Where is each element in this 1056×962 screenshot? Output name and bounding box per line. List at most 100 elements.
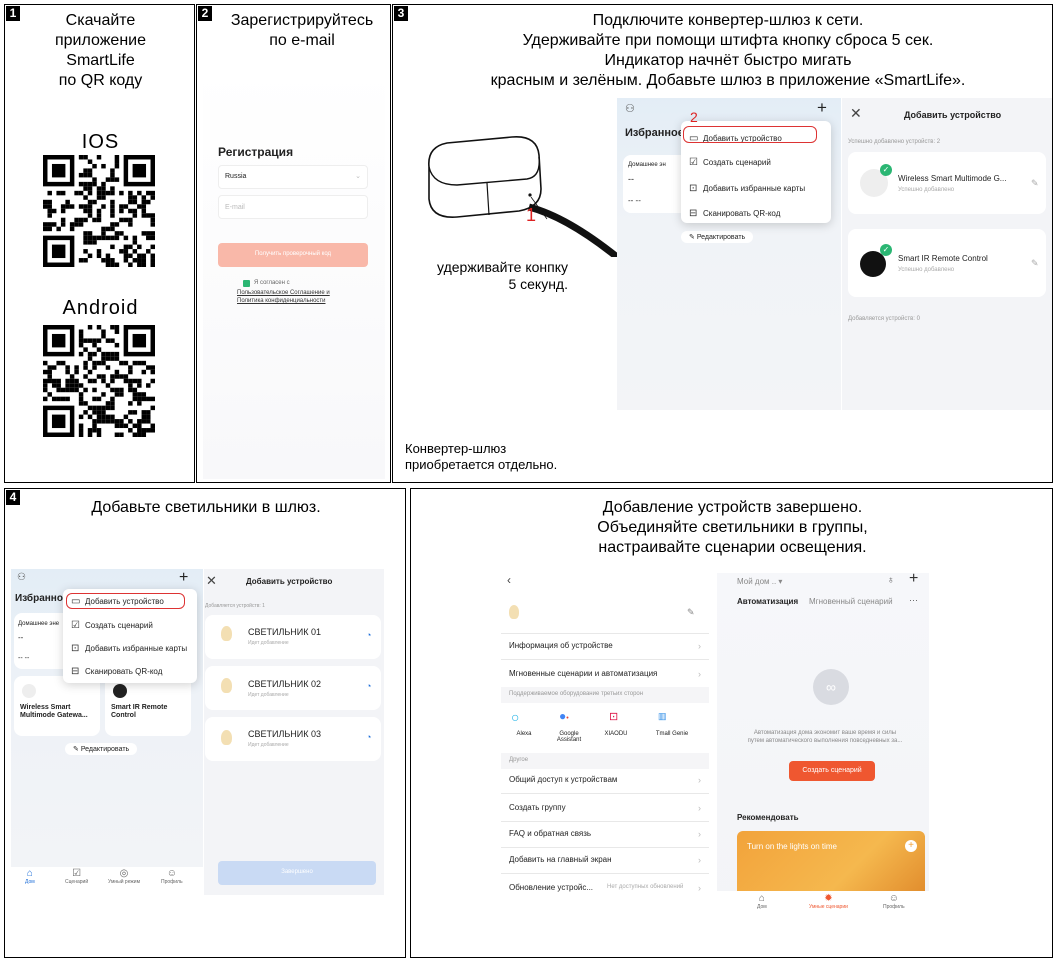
ir-card[interactable]: Smart IR Remote Control [105, 676, 191, 736]
step4-title: Добавьте светильники в шлюз. [91, 499, 321, 516]
energy-value-2: -- -- [628, 196, 641, 205]
energy-value: -- [628, 174, 634, 184]
pencil-icon[interactable]: ✎ [687, 607, 695, 618]
gateway-device-icon [22, 684, 36, 698]
bulb-icon [509, 605, 519, 619]
menu-create-scene[interactable]: ☑ Создать сценарий [71, 620, 153, 631]
divider [501, 793, 709, 794]
add-circle-icon[interactable]: + [905, 840, 917, 852]
menu-add-cards[interactable]: ⊡ Добавить избранные карты [689, 183, 805, 194]
tmall-genie-icon[interactable]: ▥ [658, 711, 667, 722]
ios-label: IOS [81, 131, 120, 153]
step4-panel: 4 Добавьте светильники в шлюз. ⚇ + Избра… [4, 488, 406, 958]
plus-icon[interactable]: + [817, 98, 827, 118]
scan-icon: ⊟ [689, 208, 698, 219]
smart-scenes-screen: Мой дом .. ▾ ♁ + Автоматизация Мгновенны… [717, 573, 929, 919]
lamp-card-2[interactable]: СВЕТИЛЬНИК 02 Идет добавление ◔ [205, 666, 381, 710]
tab-home[interactable]: ⌂ Дом [25, 868, 35, 885]
menu-create-scene[interactable]: ☑ Создать сценарий [689, 157, 771, 168]
close-icon[interactable]: ✕ [850, 105, 862, 122]
get-code-button[interactable]: Получить проверочный код [218, 243, 368, 267]
row-create-group[interactable]: Создать группу [509, 803, 566, 812]
tab-profile-label: Профиль [161, 879, 183, 885]
edit-button[interactable]: ✎ Редактировать [681, 231, 754, 243]
gateway-card[interactable]: Wireless Smart Multimode Gatewa... [14, 676, 100, 736]
other-label: Другое [509, 757, 529, 763]
banner-text: Turn on the lights on time [747, 842, 837, 851]
email-field[interactable]: E-mail [218, 195, 368, 219]
tab-smart-scenes[interactable]: ✹ Умные сценарии [809, 893, 848, 910]
pencil-icon[interactable]: ✎ [1031, 178, 1039, 189]
tab-scene[interactable]: ☑ Сценарий [65, 868, 88, 885]
menu-create-scene-label: Создать сценарий [85, 621, 153, 630]
chevron-right-icon: › [698, 775, 701, 785]
lamp-3-status: Идет добавление [248, 742, 289, 748]
tab-automation[interactable]: Автоматизация [737, 597, 798, 606]
smart-icon: ◎ [119, 868, 129, 879]
terms-link[interactable]: Пользовательское Соглашение и [237, 290, 330, 296]
plus-icon[interactable]: + [179, 569, 188, 587]
xiaodu-icon[interactable]: ⊡ [609, 710, 618, 723]
add-device-screen: ✕ Добавить устройство Успешно добавлено … [842, 98, 1052, 410]
menu-scan-qr[interactable]: ⊟ Сканировать QR-код [71, 666, 162, 677]
step2-title: Зарегистрируйтесь по e-mail [230, 12, 374, 49]
loading-icon-2: ◔ [366, 681, 372, 691]
add-device-highlight [66, 593, 185, 609]
agree-checkbox[interactable] [243, 280, 250, 287]
lamp-3-name: СВЕТИЛЬНИК 03 [248, 729, 322, 739]
agree-text: Я согласен с [254, 280, 290, 286]
home-selector[interactable]: Мой дом .. ▾ [737, 577, 782, 586]
more-icon[interactable]: ··· [909, 595, 918, 605]
recommend-banner[interactable]: Turn on the lights on time + [737, 831, 925, 899]
tab-profile[interactable]: ☺ Профиль [883, 893, 905, 910]
google-assistant-icon[interactable]: ●• [559, 709, 569, 723]
menu-add-cards[interactable]: ⊡ Добавить избранные карты [71, 643, 187, 654]
menu-create-scene-label: Создать сценарий [703, 158, 771, 167]
country-select[interactable]: Russia ⌄ [218, 165, 368, 189]
done-button[interactable]: Завершено [218, 861, 376, 885]
mic-icon[interactable]: ♁ [887, 575, 895, 586]
tab-smart[interactable]: ◎ Умный режим [108, 868, 140, 885]
edit-button[interactable]: ✎ Редактировать [65, 743, 138, 755]
loading-icon-3: ◔ [366, 732, 372, 742]
email-placeholder: E-mail [225, 204, 245, 211]
menu-scan-qr[interactable]: ⊟ Сканировать QR-код [689, 208, 780, 219]
registration-heading: Регистрация [218, 145, 294, 159]
row-faq[interactable]: FAQ и обратная связь [509, 829, 591, 838]
tab-instant-scene[interactable]: Мгновенный сценарий [809, 597, 893, 606]
tab-home[interactable]: ⌂ Дом [757, 893, 767, 910]
lamp-card-3[interactable]: СВЕТИЛЬНИК 03 Идет добавление ◔ [205, 717, 381, 761]
device-card-ir[interactable]: ✓ Smart IR Remote Control Успешно добавл… [848, 229, 1046, 297]
device-card-gateway[interactable]: ✓ Wireless Smart Multimode G... Успешно … [848, 152, 1046, 214]
user-icon[interactable]: ⚇ [625, 102, 635, 115]
added-count: Успешно добавлено устройств: 2 [848, 139, 941, 145]
energy-label: Домашнее эне [18, 621, 60, 627]
energy-label: Домашнее эн [628, 162, 666, 168]
service-alexa: Alexa [516, 731, 532, 737]
lamp-card-1[interactable]: СВЕТИЛЬНИК 01 Идет добавление ◔ [205, 615, 381, 659]
plus-icon[interactable]: + [909, 573, 918, 588]
android-label: Android [62, 297, 139, 319]
bulb-icon-2 [221, 678, 232, 693]
adding-count: Добавляется устройств: 0 [848, 316, 920, 322]
row-home-screen[interactable]: Добавить на главный экран [509, 855, 612, 864]
row-scenes[interactable]: Мгновенные сценарии и автоматизация [509, 669, 657, 678]
divider [501, 659, 709, 660]
privacy-link[interactable]: Политика конфиденциальности [237, 298, 326, 304]
back-icon[interactable]: ‹ [507, 573, 511, 587]
create-scene-button[interactable]: Создать сценарий [789, 761, 875, 781]
tab-profile[interactable]: ☺ Профиль [161, 868, 183, 885]
other-header [501, 753, 709, 769]
row-share[interactable]: Общий доступ к устройствам [509, 775, 617, 784]
service-xiaodu: XIAODU [604, 731, 628, 737]
gateway-note: Конвертер-шлюз приобретается отдельно. [405, 441, 558, 472]
chevron-right-icon: › [698, 855, 701, 865]
step1-panel: 1 Скачайте приложение SmartLife по QR ко… [4, 4, 195, 483]
user-icon[interactable]: ⚇ [17, 572, 26, 583]
pencil-icon-2[interactable]: ✎ [1031, 258, 1039, 269]
close-icon[interactable]: ✕ [206, 573, 217, 589]
alexa-icon[interactable]: ○ [511, 709, 519, 725]
row-update[interactable]: Обновление устройс... [509, 883, 593, 892]
row-device-info[interactable]: Информация об устройстве [509, 641, 613, 650]
profile-icon: ☺ [166, 868, 177, 879]
